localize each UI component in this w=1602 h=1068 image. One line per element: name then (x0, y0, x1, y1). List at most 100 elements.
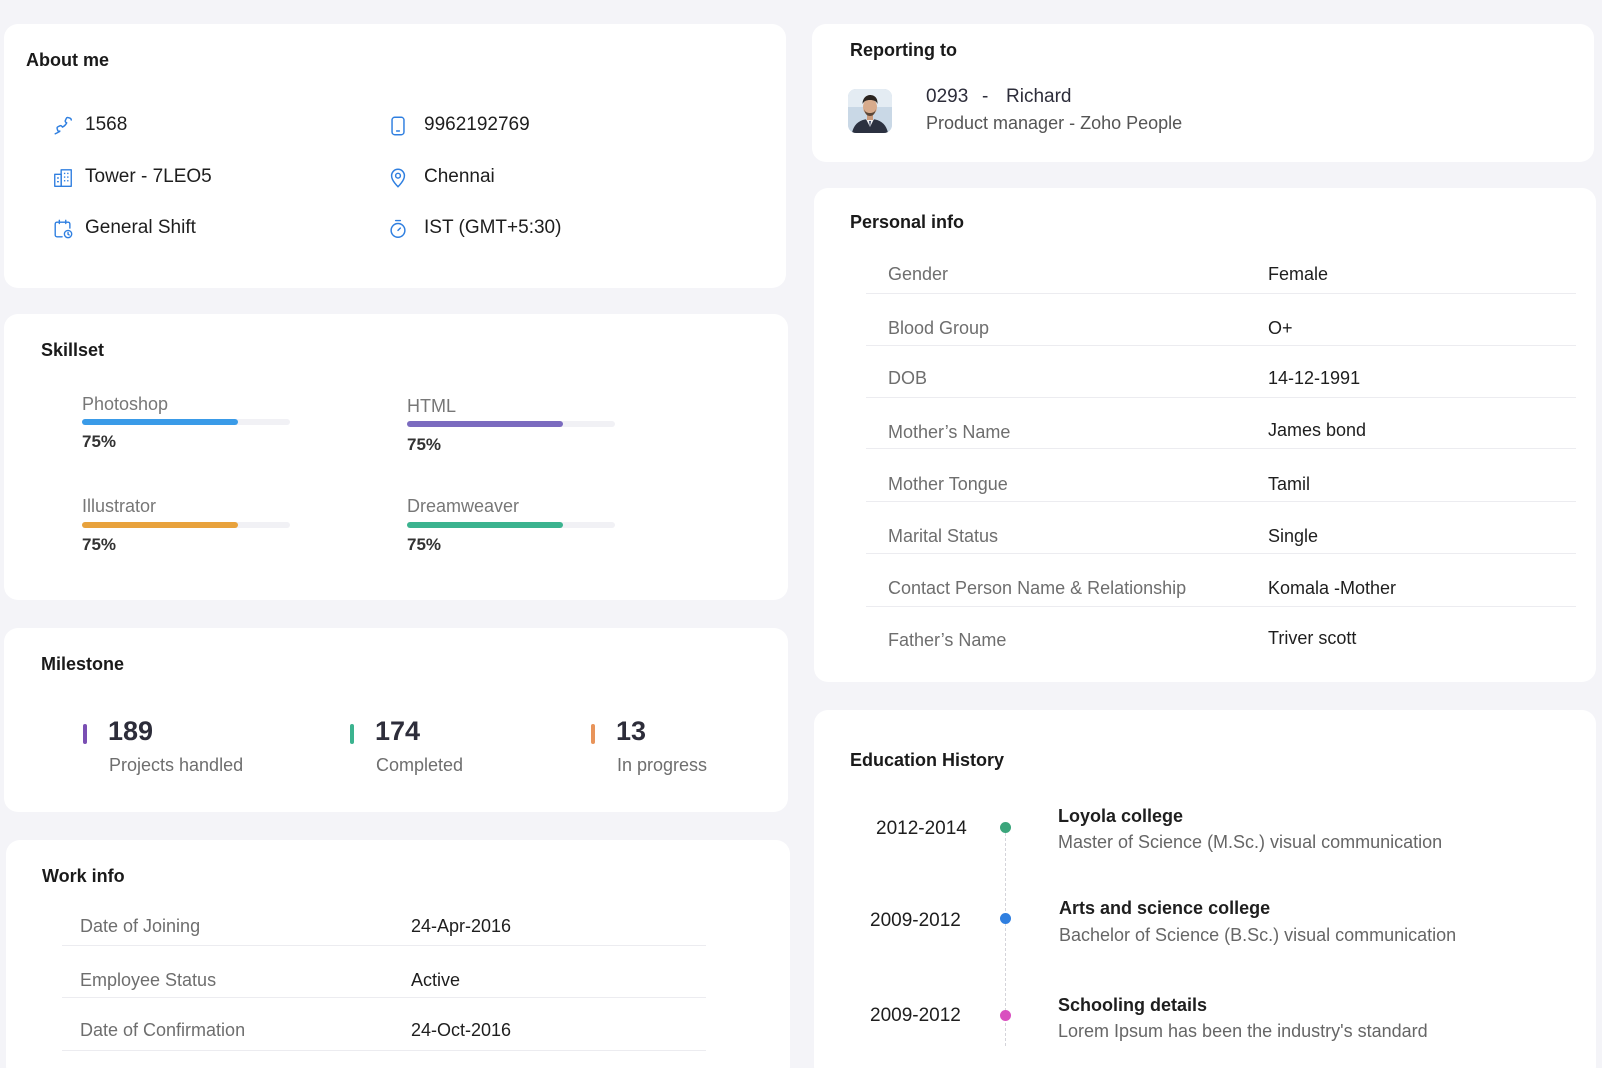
skill-name: Dreamweaver (407, 496, 520, 516)
milestone-indicator (591, 724, 595, 744)
row-divider (866, 345, 1576, 346)
skill-progress-track (82, 419, 290, 425)
education-history-title: Education History (850, 750, 1005, 770)
extension-number: 1568 (85, 114, 128, 135)
skill-name: HTML (407, 396, 456, 416)
skillset-title: Skillset (41, 340, 105, 360)
row-divider (866, 501, 1576, 502)
work-info-value: 24-Apr-2016 (411, 916, 512, 936)
row-divider (62, 1050, 706, 1051)
work-info-title: Work info (42, 866, 125, 886)
row-divider (866, 553, 1576, 554)
row-divider (62, 945, 706, 946)
row-divider (866, 293, 1576, 294)
education-years: 2009-2012 (870, 1005, 961, 1026)
personal-info-title: Personal info (850, 212, 965, 232)
work-info-value: 24-Oct-2016 (411, 1020, 512, 1040)
personal-info-label: Mother’s Name (888, 422, 1011, 442)
skill-progress-fill (407, 421, 563, 427)
personal-info-value: Komala -Mother (1268, 578, 1397, 598)
skill-progress-fill (407, 522, 563, 528)
education-detail: Lorem Ipsum has been the industry's stan… (1058, 1021, 1428, 1041)
skill-progress-fill (82, 522, 238, 528)
milestone-value: 174 (375, 716, 421, 746)
education-history-card: Education History 2012-2014 Loyola colle… (814, 710, 1596, 1068)
personal-info-label: Mother Tongue (888, 474, 1008, 494)
personal-info-card: Personal info Gender Female Blood Group … (814, 188, 1596, 682)
mobile-icon (387, 115, 409, 137)
work-info-label: Date of Confirmation (80, 1020, 246, 1040)
personal-info-value: Female (1268, 264, 1329, 284)
timeline-dot (1000, 822, 1011, 833)
milestone-card: Milestone 189 Projects handled 174 Compl… (4, 628, 788, 812)
phone-icon (52, 115, 74, 137)
skill-progress-fill (82, 419, 238, 425)
seat-location: Tower - 7LEO5 (85, 166, 212, 187)
timeline-dot (1000, 913, 1011, 924)
education-institution: Arts and science college (1059, 898, 1271, 918)
skill-name: Photoshop (82, 394, 169, 414)
personal-info-label: Marital Status (888, 526, 999, 546)
timer-icon (387, 218, 409, 240)
manager-name[interactable]: Richard (1006, 86, 1071, 108)
row-divider (62, 997, 706, 998)
timeline-dot (1000, 1010, 1011, 1021)
work-info-value: Active (411, 970, 461, 990)
skill-progress-track (407, 522, 615, 528)
about-me-card: About me 1568 9962192769 Tower - 7LEO5 C (4, 24, 786, 288)
work-shift: General Shift (85, 217, 196, 238)
personal-info-value: 14-12-1991 (1268, 368, 1361, 388)
milestone-indicator (83, 724, 87, 744)
skill-progress-track (407, 421, 615, 427)
skill-percent: 75% (407, 535, 442, 554)
personal-info-value: O+ (1268, 318, 1293, 338)
work-info-card: Work info Date of Joining 24-Apr-2016 Em… (6, 840, 790, 1068)
milestone-indicator (350, 724, 354, 744)
milestone-value: 189 (108, 716, 154, 746)
skillset-card: Skillset Photoshop 75% HTML 75% Illustra… (4, 314, 788, 600)
education-institution: Schooling details (1058, 995, 1208, 1015)
skill-percent: 75% (82, 535, 117, 554)
education-detail: Master of Science (M.Sc.) visual communi… (1058, 832, 1443, 852)
education-detail: Bachelor of Science (B.Sc.) visual commu… (1059, 925, 1457, 945)
education-years: 2009-2012 (870, 910, 961, 931)
personal-info-value: James bond (1268, 420, 1367, 440)
milestone-label: Projects handled (109, 755, 244, 775)
personal-info-label: Gender (888, 264, 949, 284)
manager-id: 0293 (926, 86, 969, 107)
reporting-to-title: Reporting to (850, 40, 957, 60)
personal-info-value: Triver scott (1268, 628, 1357, 648)
work-info-label: Employee Status (80, 970, 217, 990)
skill-percent: 75% (407, 435, 442, 454)
skill-name: Illustrator (82, 496, 157, 516)
personal-info-value: Single (1268, 526, 1319, 546)
milestone-title: Milestone (41, 654, 125, 674)
personal-info-label: Father’s Name (888, 630, 1007, 650)
row-divider (866, 397, 1576, 398)
calendar-clock-icon (52, 218, 74, 240)
education-institution: Loyola college (1058, 806, 1184, 826)
manager-designation: Product manager - Zoho People (926, 113, 1183, 133)
personal-info-label: DOB (888, 368, 928, 388)
milestone-value: 13 (616, 716, 647, 746)
mobile-number: 9962192769 (424, 114, 530, 135)
personal-info-value: Tamil (1268, 474, 1311, 494)
manager-avatar[interactable] (848, 89, 892, 133)
skill-percent: 75% (82, 432, 117, 451)
milestone-label: Completed (376, 755, 464, 775)
reporting-to-card: Reporting to 0293 - Richard Product mana… (812, 24, 1594, 162)
location-pin-icon (387, 167, 409, 189)
personal-info-label: Contact Person Name & Relationship (888, 578, 1187, 598)
row-divider (866, 606, 1576, 607)
skill-progress-track (82, 522, 290, 528)
about-me-title: About me (26, 50, 109, 70)
timezone: IST (GMT+5:30) (424, 217, 562, 238)
education-years: 2012-2014 (876, 818, 967, 839)
manager-separator: - (982, 86, 989, 107)
work-info-label: Date of Joining (80, 916, 201, 936)
milestone-label: In progress (617, 755, 708, 775)
row-divider (866, 448, 1576, 449)
location-city: Chennai (424, 166, 495, 187)
building-icon (52, 167, 74, 189)
personal-info-label: Blood Group (888, 318, 990, 338)
